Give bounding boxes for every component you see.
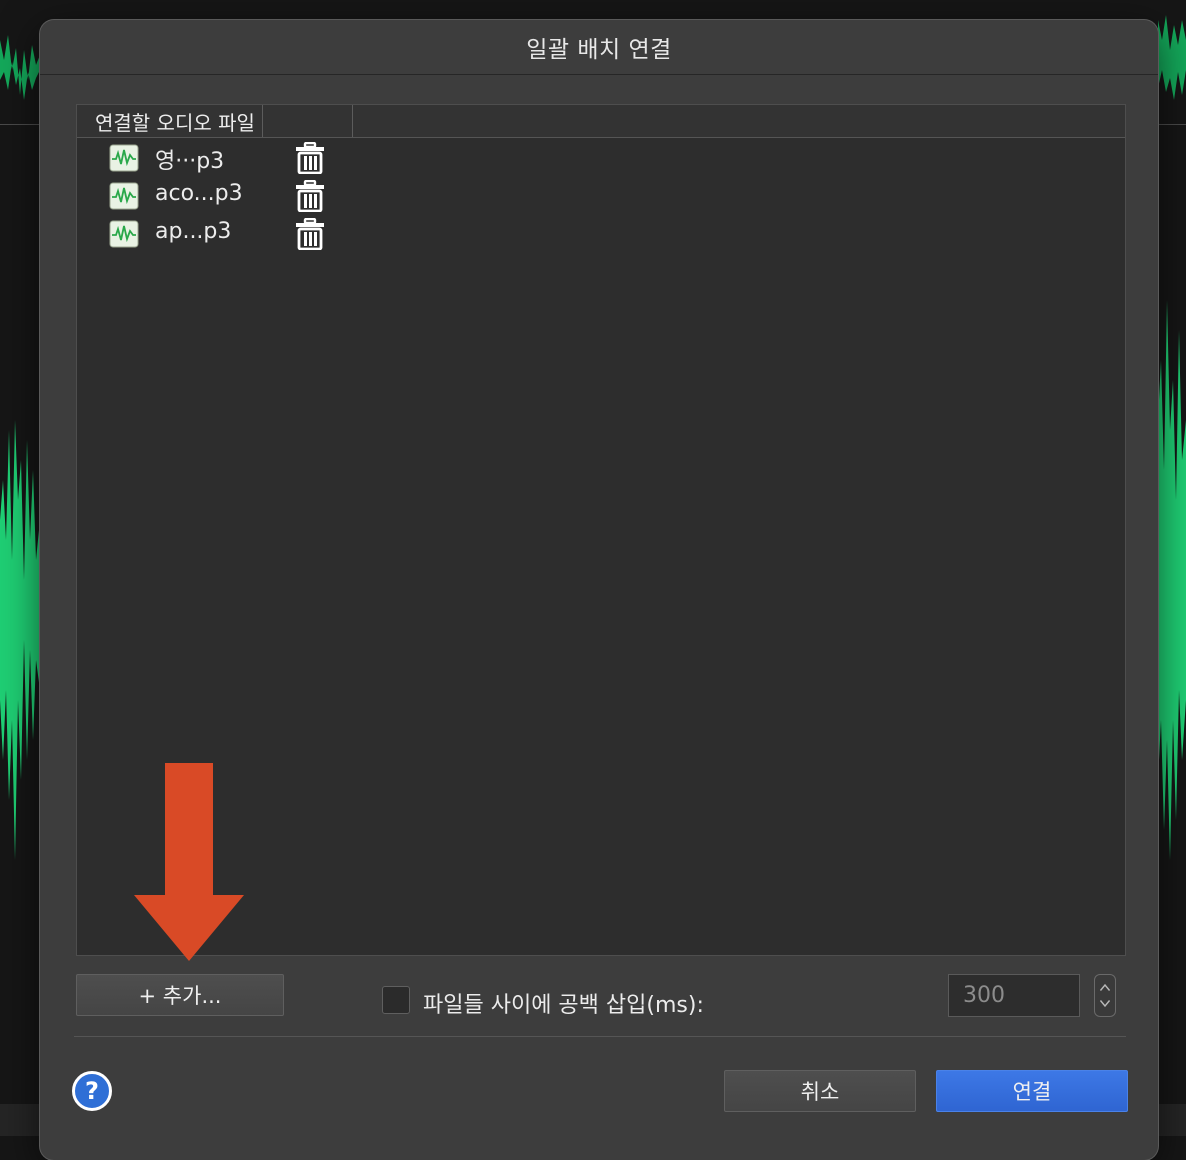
column-header-audio-files[interactable]: 연결할 오디오 파일 bbox=[77, 105, 263, 137]
file-name: ap...p3 bbox=[155, 219, 232, 244]
background-waveform-left bbox=[0, 35, 40, 860]
cancel-button[interactable]: 취소 bbox=[724, 1070, 916, 1112]
trash-icon[interactable] bbox=[295, 142, 325, 174]
trash-icon[interactable] bbox=[295, 180, 325, 212]
background-waveform-right bbox=[1158, 15, 1186, 860]
insert-gap-checkbox[interactable] bbox=[382, 986, 410, 1014]
table-row[interactable]: 영···p3 bbox=[77, 139, 377, 177]
add-files-button[interactable]: + 추가... bbox=[76, 974, 284, 1016]
gap-ms-input[interactable] bbox=[948, 974, 1080, 1017]
audio-file-icon bbox=[109, 144, 139, 172]
trash-icon[interactable] bbox=[295, 218, 325, 250]
audio-file-icon bbox=[109, 220, 139, 248]
annotation-arrow-icon bbox=[134, 763, 244, 961]
file-name: 영···p3 bbox=[155, 149, 225, 174]
insert-gap-label: 파일들 사이에 공백 삽입(ms): bbox=[423, 993, 704, 1018]
batch-concatenate-dialog: 일괄 배치 연결 연결할 오디오 파일 영···p3 aco...p3 ap..… bbox=[40, 20, 1158, 1160]
footer-divider bbox=[74, 1036, 1126, 1037]
dialog-title: 일괄 배치 연결 bbox=[40, 20, 1158, 75]
help-icon[interactable]: ? bbox=[72, 1071, 112, 1111]
audio-file-icon bbox=[109, 182, 139, 210]
table-header: 연결할 오디오 파일 bbox=[77, 105, 1125, 138]
table-row[interactable]: aco...p3 bbox=[77, 177, 377, 215]
connect-button[interactable]: 연결 bbox=[936, 1070, 1128, 1112]
table-row[interactable]: ap...p3 bbox=[77, 215, 377, 253]
stepper-icon[interactable] bbox=[1094, 974, 1116, 1017]
file-name: aco...p3 bbox=[155, 181, 243, 206]
column-header-actions[interactable] bbox=[263, 105, 353, 137]
